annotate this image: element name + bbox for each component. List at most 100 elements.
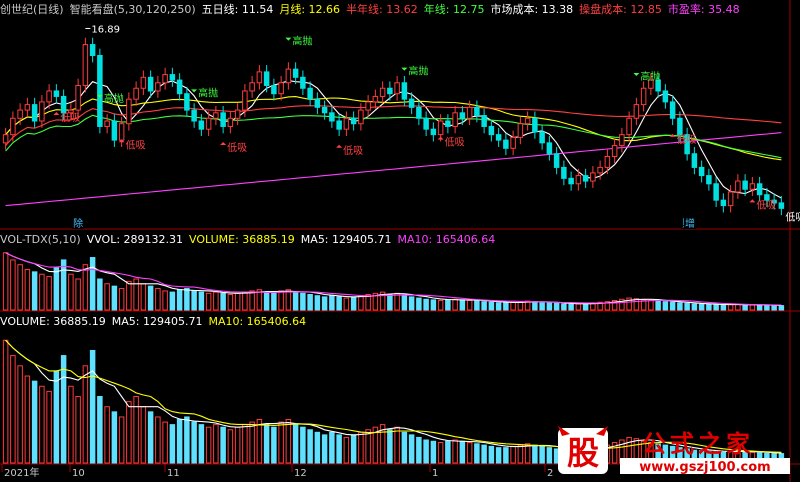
vol1-volume-bar — [459, 299, 466, 311]
vol1-volume-bar — [249, 290, 255, 311]
vol2-volume-bar — [46, 390, 52, 464]
candle-body — [227, 117, 234, 127]
vol1-volume-bar — [662, 301, 669, 311]
buy-arrow-icon — [749, 199, 756, 203]
vol2-volume-bar — [184, 416, 190, 464]
candle-body — [408, 98, 415, 108]
vol1-volume-bar — [31, 271, 38, 311]
candle-body — [343, 117, 350, 130]
vol2-volume-bar — [118, 416, 125, 464]
sell-signal-label: 高抛 — [640, 70, 660, 83]
candle-body — [633, 104, 640, 119]
candle-body — [416, 106, 422, 119]
candle-body — [358, 109, 364, 125]
vol2-volume-bar — [539, 445, 545, 464]
vol1-volume-bar — [713, 304, 719, 311]
vol2-volume-bar — [249, 421, 255, 464]
vol2-volume-bar — [169, 424, 176, 464]
vol1-volume-bar — [46, 276, 52, 311]
candle-body — [466, 106, 473, 119]
vol2-volume-bar — [191, 421, 197, 464]
candle-body — [532, 117, 538, 133]
candle-body — [140, 76, 147, 89]
vol1-volume-bar — [575, 303, 582, 311]
high-price-label: 16.89 — [91, 24, 120, 35]
vol1-volume-bar — [242, 291, 248, 311]
candle-body — [387, 87, 393, 95]
vol1-volume-bar — [633, 298, 640, 311]
vol2-volume-bar — [242, 424, 248, 464]
watermark-site: 公式之家 — [642, 430, 754, 458]
stock-chart[interactable]: 16.89高抛高抛高抛高抛高抛低吸低吸低吸低吸低吸低吸低吸低吸7除财增2021年… — [0, 0, 800, 482]
candle-body — [524, 117, 531, 125]
vol1-volume-bar — [495, 302, 502, 311]
vol1-volume-bar — [24, 268, 31, 311]
vol1-volume-bar — [75, 278, 81, 311]
vol1-volume-bar — [68, 273, 74, 311]
vol2-volume-bar — [532, 444, 538, 464]
sell-signal-label: 高抛 — [408, 65, 428, 78]
candle-body — [46, 90, 52, 103]
vol2-volume-bar — [437, 442, 444, 464]
candle-body — [691, 153, 698, 168]
sell-arrow-icon — [401, 67, 408, 71]
vol1-volume-bar — [727, 304, 734, 311]
buy-signal-label: 低吸 — [227, 141, 247, 154]
vol1-volume-bar — [503, 302, 509, 311]
vol1-volume-bar — [474, 300, 480, 311]
vol1-volume-bar — [53, 266, 60, 311]
vol2-volume-bar — [126, 401, 132, 464]
candle-body — [82, 44, 89, 87]
candle-body — [263, 71, 270, 87]
vol1-volume-bar — [539, 301, 545, 311]
candle-body — [430, 128, 437, 136]
vol1-volume-bar — [227, 294, 234, 311]
vol1-volume-bar — [147, 285, 154, 311]
vol1-volume-bar — [669, 301, 676, 311]
vol2-volume-bar — [387, 429, 393, 464]
event-marker: 增 — [685, 217, 695, 230]
buy-signal-label: 低吸 — [126, 138, 146, 151]
vol1-volume-bar — [706, 304, 712, 311]
candle-body — [626, 117, 632, 136]
candle-body — [213, 112, 219, 119]
vol1-volume-bar — [358, 295, 364, 311]
vol1-volume-bar — [82, 264, 89, 311]
date-label: 12 — [294, 468, 307, 479]
vol1-volume-bar — [756, 304, 763, 311]
candle-body — [162, 74, 168, 84]
candle-body — [568, 177, 574, 185]
candle-body — [234, 109, 241, 119]
sell-signal-label: 高抛 — [292, 35, 312, 48]
vol2-volume-bar — [300, 426, 306, 464]
candle-body — [53, 90, 60, 97]
buy-arrow-icon — [220, 142, 227, 146]
watermark-icon-text: 股 — [567, 434, 599, 472]
buy-signal-label: 低吸 — [756, 198, 776, 211]
vol2-volume-bar — [394, 426, 400, 464]
vol1-volume-bar — [89, 257, 96, 311]
vol1-volume-bar — [104, 283, 110, 311]
vol2-volume-bar — [271, 426, 277, 464]
date-label: 10 — [72, 468, 85, 479]
vol2-volume-bar — [495, 447, 502, 464]
vol1-volume-bar — [336, 296, 342, 311]
candle-body — [176, 79, 183, 95]
candle-body — [10, 117, 16, 136]
candle-body — [75, 85, 81, 111]
vol1-volume-bar — [350, 296, 357, 311]
buy-arrow-icon — [437, 136, 444, 140]
buy-arrow-icon — [336, 144, 343, 148]
candle-body — [191, 109, 197, 122]
vol1-volume-bar — [698, 303, 705, 311]
candle-body — [481, 115, 487, 127]
candle-body — [242, 90, 248, 111]
vol2-volume-bar — [445, 440, 451, 464]
candle-body — [379, 87, 386, 97]
vol1-volume-bar — [329, 295, 335, 311]
candle-body — [329, 112, 335, 122]
vol2-volume-bar — [220, 426, 226, 464]
vol1-volume-bar — [742, 304, 748, 311]
vol2-volume-bar — [17, 365, 23, 464]
candle-body — [474, 106, 480, 117]
